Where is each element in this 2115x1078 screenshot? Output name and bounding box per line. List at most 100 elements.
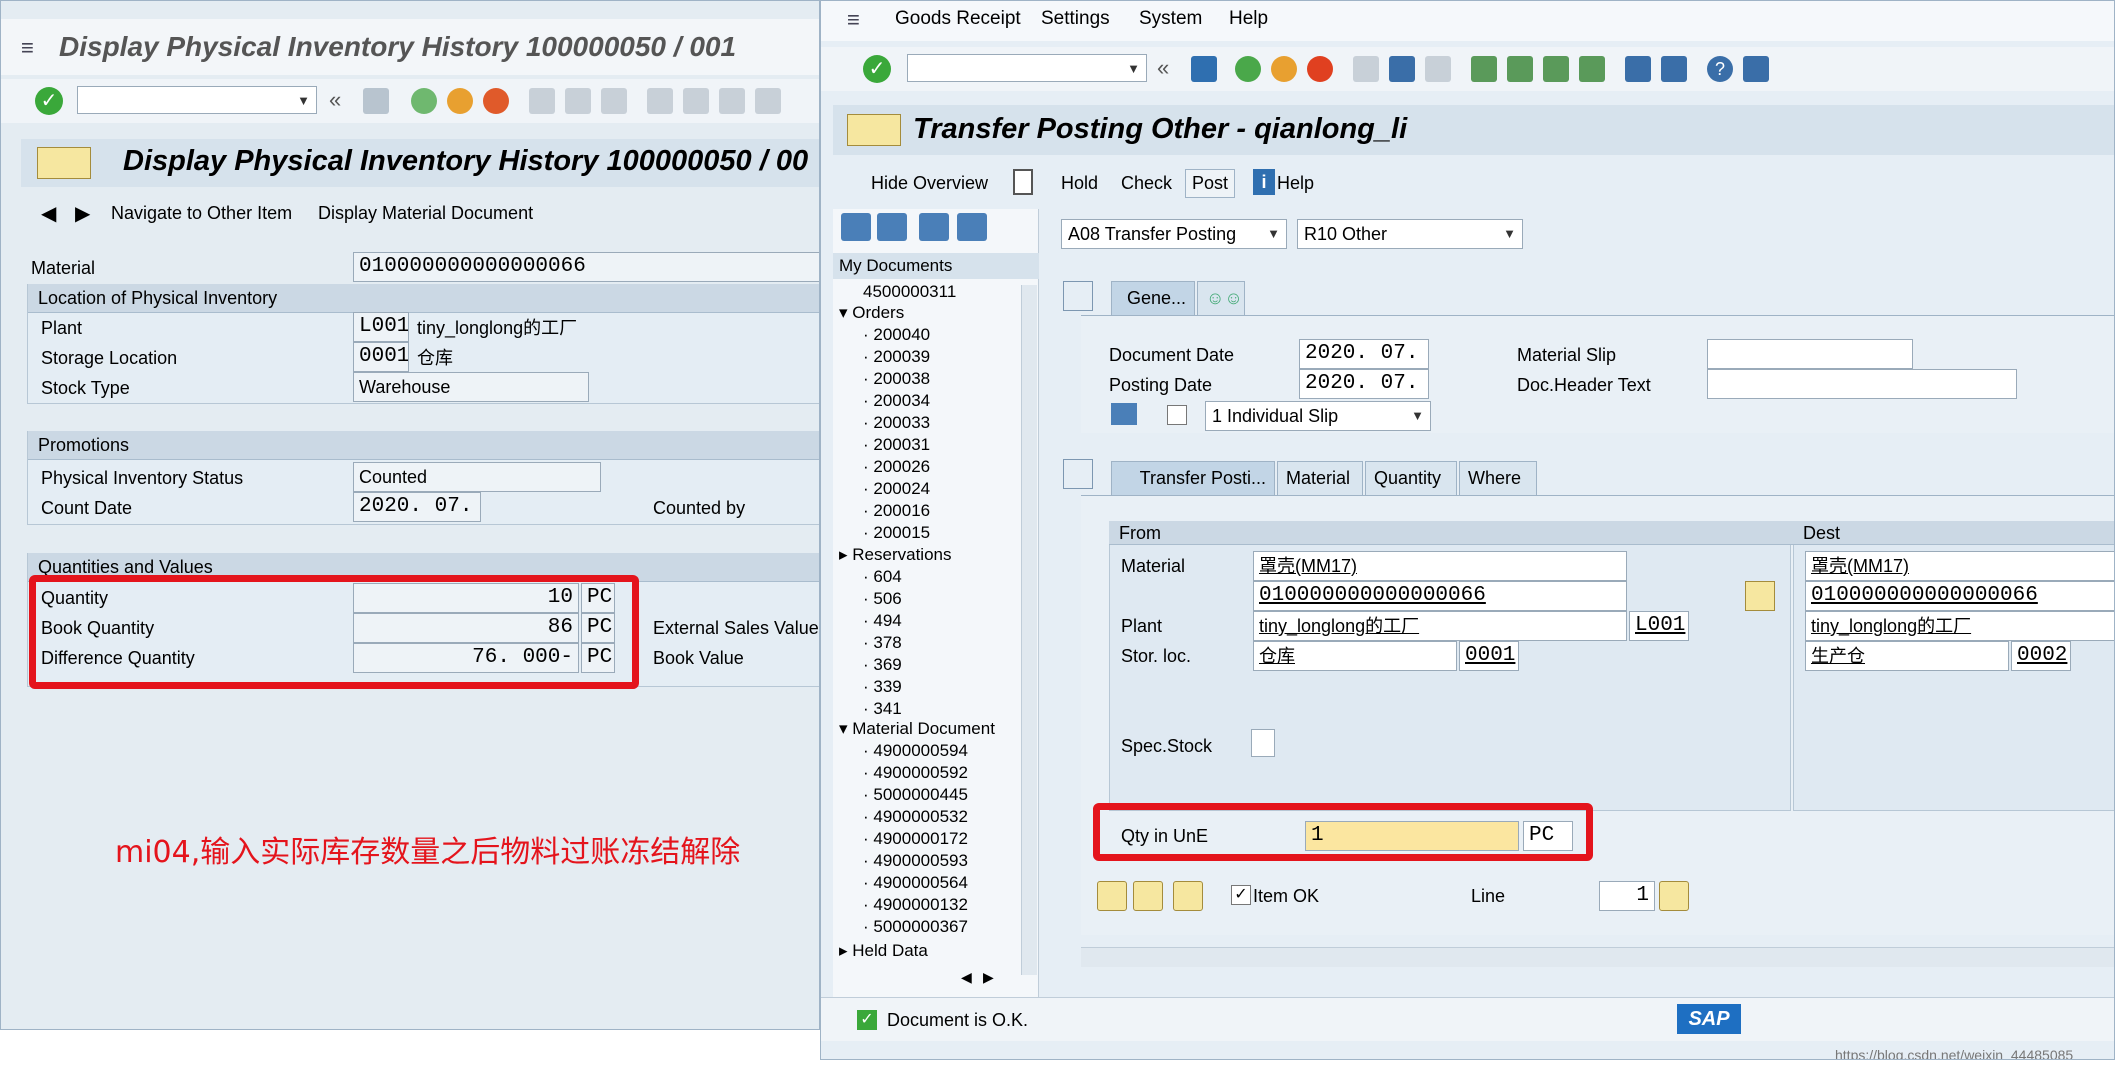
print-checkbox[interactable] — [1167, 405, 1187, 425]
dest-sloc-name-field[interactable]: 生产仓 — [1805, 641, 2009, 671]
scroll-right-icon[interactable]: ▶ — [983, 969, 994, 986]
material-picture-icon[interactable] — [1745, 581, 1775, 611]
print-icon[interactable] — [1111, 403, 1137, 425]
tree-item[interactable]: · 200026 — [863, 457, 930, 477]
posting-date-field[interactable]: 2020. 07. 24 — [1299, 369, 1429, 399]
from-sloc-field[interactable]: 0001 — [1459, 641, 1519, 671]
from-sloc-name-field[interactable]: 仓库 — [1253, 641, 1457, 671]
from-plant-name-field[interactable]: tiny_longlong的工厂 — [1253, 611, 1627, 641]
find-next-icon[interactable] — [601, 88, 627, 114]
horizontal-scrollbar[interactable] — [1081, 947, 2114, 967]
next-page-icon[interactable] — [1543, 56, 1569, 82]
menu-goods-receipt[interactable]: Goods Receipt — [895, 8, 1021, 30]
tree-item[interactable]: 4500000311 — [863, 282, 956, 302]
app-icon[interactable] — [37, 147, 91, 179]
navigate-other-item-button[interactable]: Navigate to Other Item — [111, 203, 292, 224]
dest-sloc-field[interactable]: 0002 — [2011, 641, 2071, 671]
prev-page-icon[interactable] — [1507, 56, 1533, 82]
line-go-icon[interactable] — [1659, 881, 1689, 911]
back-icon[interactable] — [1235, 56, 1261, 82]
delete-icon[interactable] — [919, 213, 949, 241]
tree-item[interactable]: · 4900000592 — [863, 763, 968, 783]
menu-settings[interactable]: Settings — [1041, 8, 1110, 30]
expand-all-icon[interactable] — [841, 213, 871, 241]
tree-item[interactable]: · 4900000594 — [863, 741, 968, 761]
tree-item[interactable]: · 339 — [863, 677, 902, 697]
help-button[interactable]: Help — [1277, 173, 1314, 194]
collapse-all-icon[interactable] — [877, 213, 907, 241]
material-slip-field[interactable] — [1707, 339, 1913, 369]
tree-item[interactable]: · 494 — [863, 611, 902, 631]
back-double-icon[interactable]: « — [1157, 55, 1169, 81]
first-page-icon[interactable] — [647, 88, 673, 114]
back-icon[interactable] — [411, 88, 437, 114]
tree-item[interactable]: · 200015 — [863, 523, 930, 543]
tab-transfer-posting[interactable]: Transfer Posti... — [1111, 461, 1275, 495]
hold-button[interactable]: Hold — [1061, 173, 1098, 194]
tree-item[interactable]: · 4900000593 — [863, 851, 968, 871]
tree-item[interactable]: · 5000000445 — [863, 785, 968, 805]
tab-where[interactable]: Where — [1459, 461, 1537, 495]
transaction-dropdown[interactable]: A08 Transfer Posting — [1061, 219, 1287, 249]
from-material-name-field[interactable]: 罩壳(MM17) — [1253, 551, 1627, 581]
tree-folder-orders[interactable]: ▾ Orders — [839, 303, 904, 323]
command-field[interactable] — [907, 54, 1147, 83]
document-icon[interactable] — [1013, 169, 1033, 195]
from-material-field[interactable]: 010000000000000066 — [1253, 581, 1627, 611]
tree-item[interactable]: · 200039 — [863, 347, 930, 367]
menu-icon[interactable]: ≡ — [21, 35, 34, 61]
tree-item[interactable]: · 4900000132 — [863, 895, 968, 915]
tree-folder-held-data[interactable]: ▸ Held Data — [839, 941, 928, 961]
tree-item[interactable]: · 200033 — [863, 413, 930, 433]
last-page-icon[interactable] — [1579, 56, 1605, 82]
dest-plant-name-field[interactable]: tiny_longlong的工厂 — [1805, 611, 2114, 641]
prev-item-icon[interactable] — [1097, 881, 1127, 911]
tree-item[interactable]: · 4900000564 — [863, 873, 968, 893]
movement-type-dropdown[interactable]: R10 Other — [1297, 219, 1523, 249]
next-item-icon[interactable]: ▶ — [75, 201, 90, 226]
cancel-icon[interactable] — [483, 88, 509, 114]
doc-header-text-field[interactable] — [1707, 369, 2017, 399]
find-icon[interactable] — [1389, 56, 1415, 82]
help-icon[interactable]: ? — [1707, 56, 1733, 82]
tab-quantity[interactable]: Quantity — [1365, 461, 1457, 495]
back-double-icon[interactable]: « — [329, 87, 341, 113]
shortcut-icon[interactable] — [1661, 56, 1687, 82]
dest-material-field[interactable]: 010000000000000066 — [1805, 581, 2114, 611]
tree-folder-material-document[interactable]: ▾ Material Document — [839, 719, 995, 739]
print-icon[interactable] — [1353, 56, 1379, 82]
save-icon[interactable] — [363, 88, 389, 114]
next-page-icon[interactable] — [719, 88, 745, 114]
new-session-icon[interactable] — [1625, 56, 1651, 82]
from-plant-field[interactable]: L001 — [1629, 611, 1689, 641]
tree-item[interactable]: · 369 — [863, 655, 902, 675]
tree-item[interactable]: · 200038 — [863, 369, 930, 389]
tree-item[interactable]: · 506 — [863, 589, 902, 609]
copy-item-icon[interactable] — [1173, 881, 1203, 911]
scroll-left-icon[interactable]: ◀ — [961, 969, 972, 986]
tree-item[interactable]: · 604 — [863, 567, 902, 587]
prev-page-icon[interactable] — [683, 88, 709, 114]
find-next-icon[interactable] — [1425, 56, 1451, 82]
tree-folder-reservations[interactable]: ▸ Reservations — [839, 545, 951, 565]
enter-icon[interactable]: ✓ — [35, 87, 63, 115]
dest-material-name-field[interactable]: 罩壳(MM17) — [1805, 551, 2114, 581]
first-page-icon[interactable] — [1471, 56, 1497, 82]
item-toggle-icon[interactable] — [1063, 459, 1093, 489]
display-material-doc-button[interactable]: Display Material Document — [318, 203, 533, 224]
next-item-icon[interactable] — [1133, 881, 1163, 911]
tree-item[interactable]: · 4900000172 — [863, 829, 968, 849]
close-tree-icon[interactable] — [957, 213, 987, 241]
slip-dropdown[interactable]: 1 Individual Slip — [1205, 401, 1431, 431]
tree-item[interactable]: · 200024 — [863, 479, 930, 499]
command-field[interactable] — [77, 86, 317, 115]
layout-icon[interactable] — [1743, 56, 1769, 82]
menu-help[interactable]: Help — [1229, 8, 1268, 30]
tree-item[interactable]: · 341 — [863, 699, 902, 719]
system-menu-icon[interactable]: ≡ — [847, 7, 860, 33]
tree-item[interactable]: · 200040 — [863, 325, 930, 345]
tab-partners[interactable]: ☺☺ — [1197, 281, 1245, 315]
tree-item[interactable]: · 5000000367 — [863, 917, 968, 937]
info-icon[interactable]: i — [1253, 169, 1275, 195]
tree-scrollbar[interactable] — [1021, 285, 1037, 975]
